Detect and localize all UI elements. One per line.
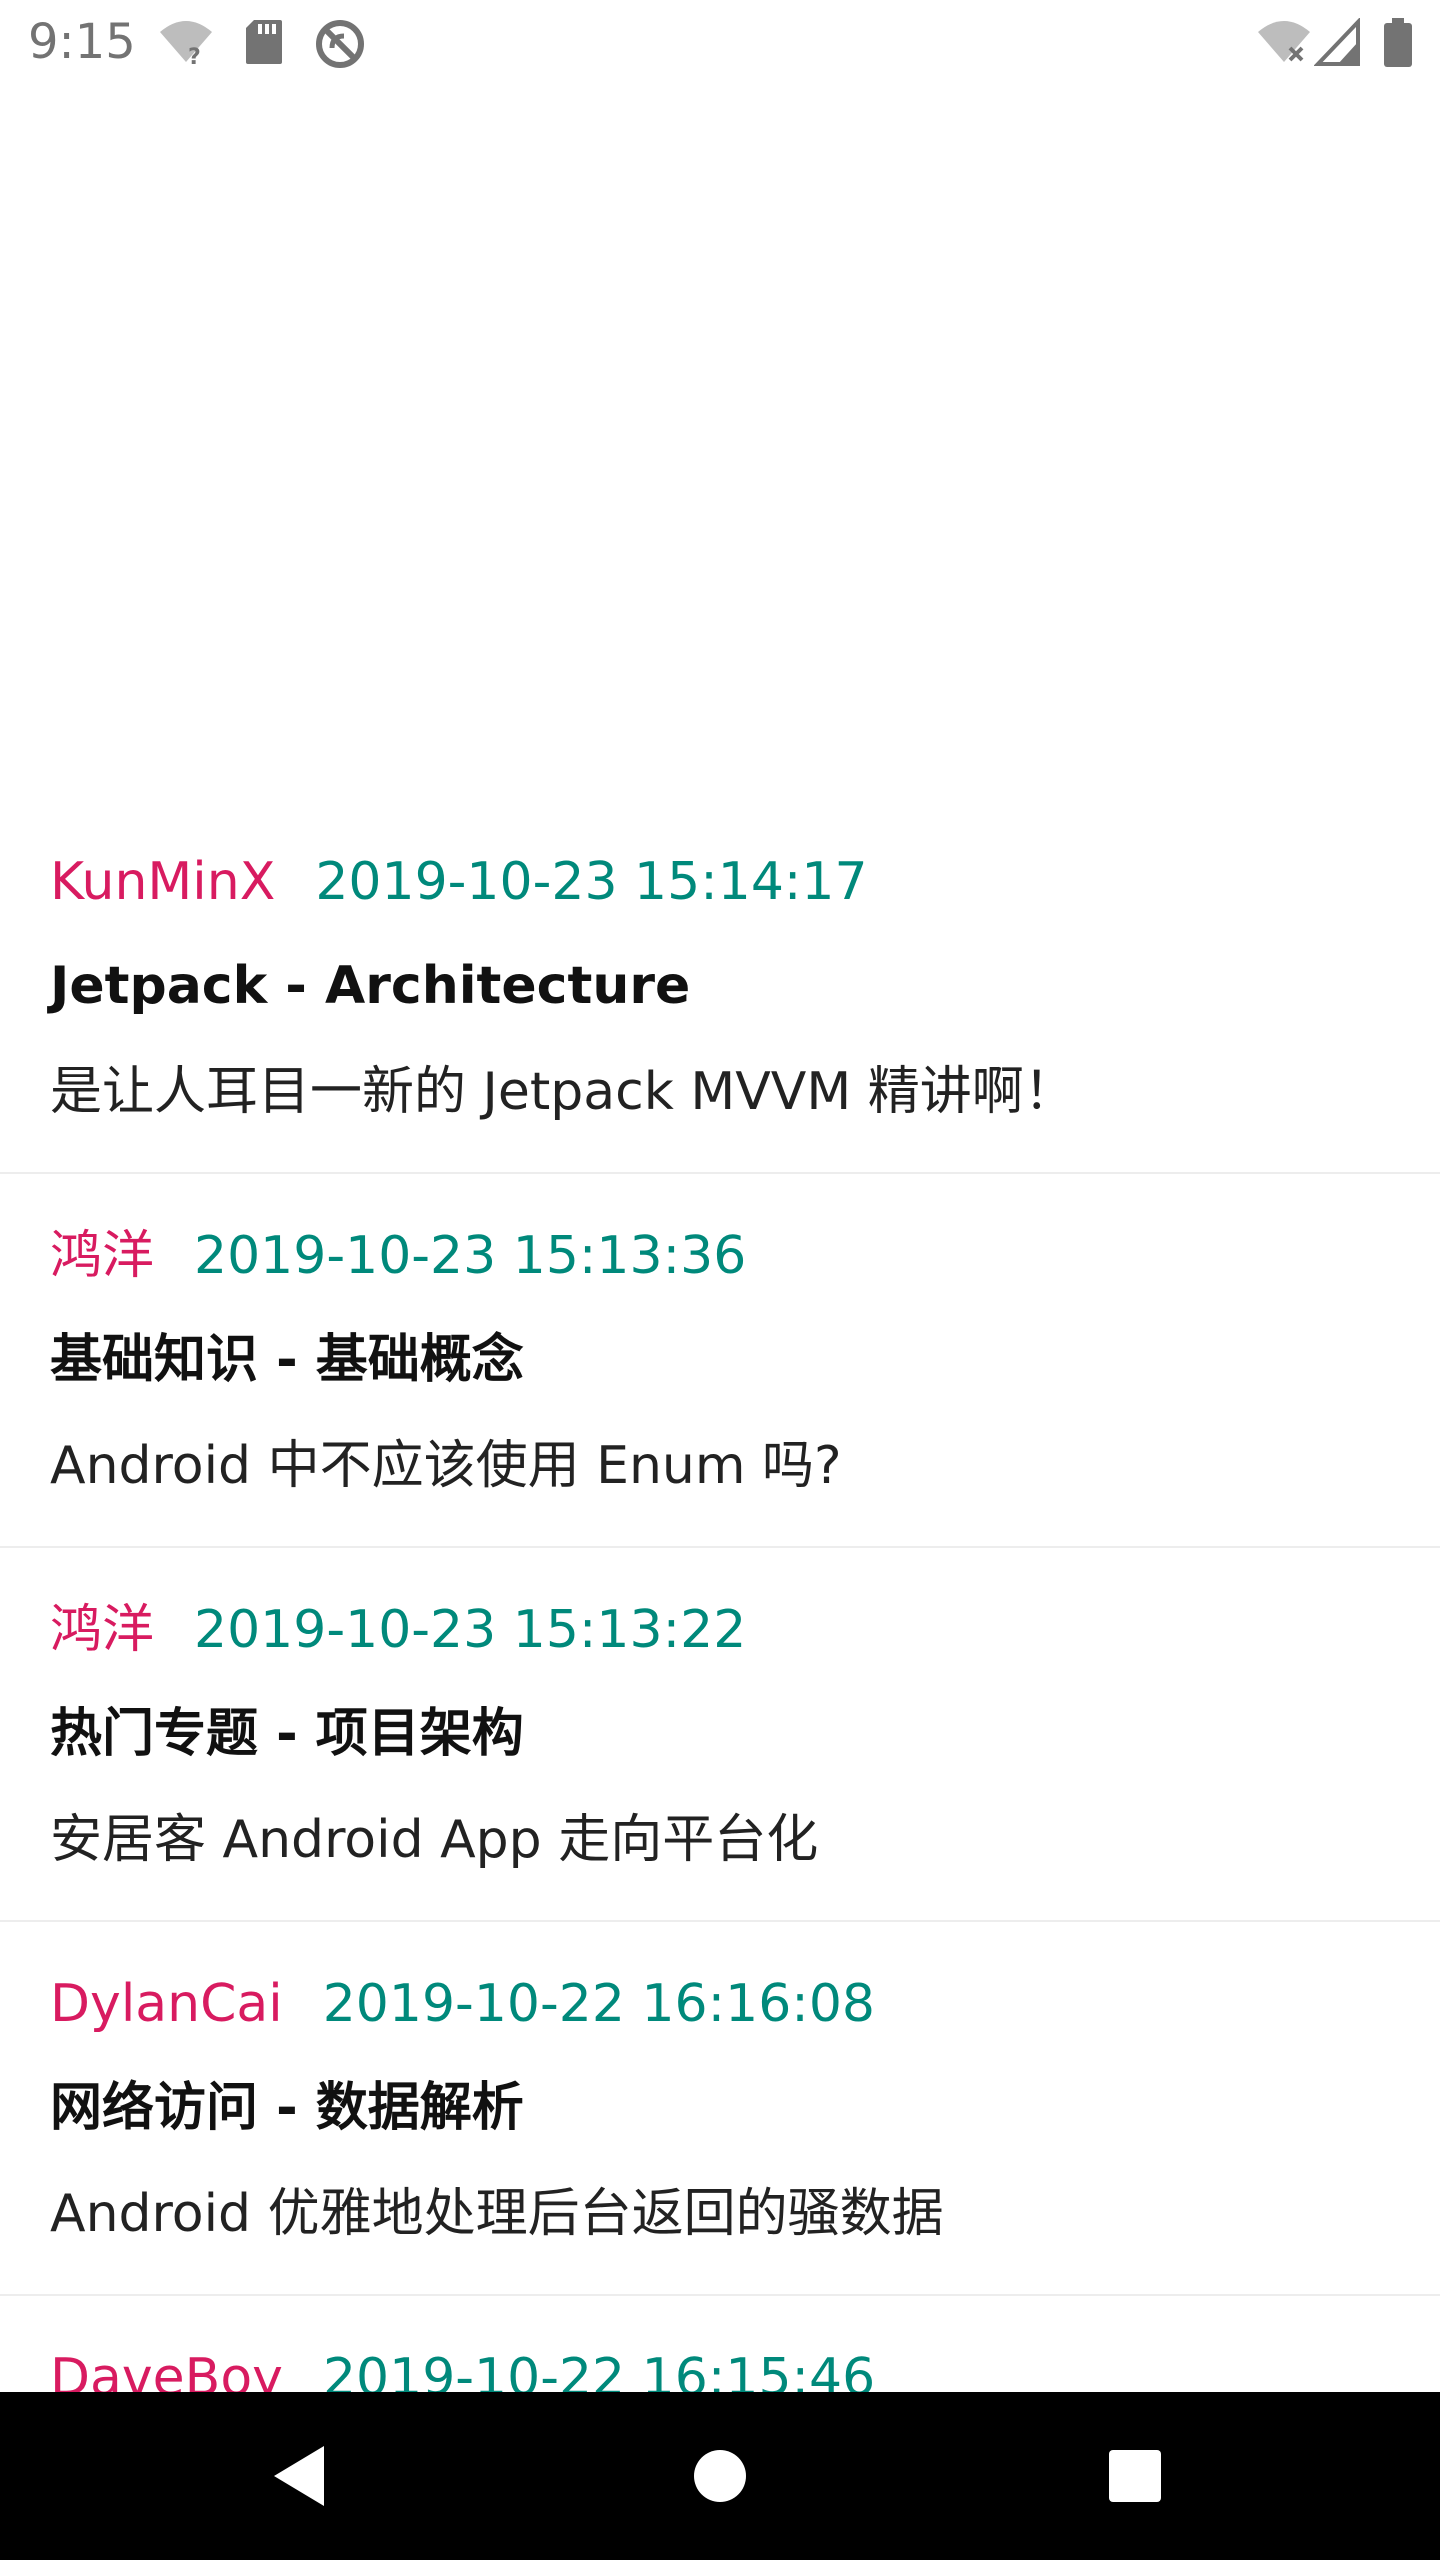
publish-time: 2019-10-23 15:13:22 — [194, 1600, 747, 1660]
home-icon[interactable] — [678, 2434, 762, 2518]
article-category: Jetpack - Architecture — [50, 956, 691, 1016]
status-time: 9:15 — [28, 14, 136, 70]
author-name: 鸿洋 — [50, 1600, 155, 1660]
article-category: 基础知识 - 基础概念 — [50, 1330, 524, 1390]
author-name: 鸿洋 — [50, 1226, 155, 1286]
svg-text:?: ? — [188, 45, 201, 66]
article-title: 是让人耳目一新的 Jetpack MVVM 精讲啊！ — [50, 1062, 1076, 1122]
article-title: 安居客 Android App 走向平台化 — [50, 1810, 819, 1870]
item-meta: DylanCai 2019-10-22 16:16:08 — [50, 1974, 875, 2034]
no-sync-icon — [316, 20, 364, 68]
back-icon[interactable] — [260, 2434, 344, 2518]
recents-icon[interactable] — [1093, 2434, 1177, 2518]
publish-time: 2019-10-23 15:14:17 — [315, 852, 868, 912]
author-name: DaveBoy — [50, 2348, 283, 2392]
wifi-x-icon — [1258, 21, 1310, 62]
item-meta: 鸿洋 2019-10-23 15:13:36 — [50, 1226, 746, 1286]
article-title: Android 优雅地处理后台返回的骚数据 — [50, 2184, 944, 2244]
battery-icon — [1384, 18, 1412, 67]
banner-area — [0, 84, 1440, 800]
list-item[interactable]: DylanCai 2019-10-22 16:16:08 网络访问 - 数据解析 … — [0, 1922, 1440, 2296]
list-item[interactable]: 鸿洋 2019-10-23 15:13:36 基础知识 - 基础概念 Androi… — [0, 1174, 1440, 1548]
publish-time: 2019-10-22 16:16:08 — [322, 1974, 875, 2034]
status-bar: 9:15 ? — [0, 0, 1440, 84]
item-meta: 鸿洋 2019-10-23 15:13:22 — [50, 1600, 746, 1660]
article-list[interactable]: KunMinX 2019-10-23 15:14:17 Jetpack - Arc… — [0, 800, 1440, 2392]
publish-time: 2019-10-22 16:15:46 — [322, 2348, 876, 2392]
author-name: DylanCai — [50, 1974, 283, 2034]
list-item[interactable]: DaveBoy 2019-10-22 16:15:46 — [0, 2296, 1440, 2392]
article-category: 热门专题 - 项目架构 — [50, 1704, 524, 1764]
navigation-bar — [0, 2392, 1440, 2560]
publish-time: 2019-10-23 15:13:36 — [194, 1226, 747, 1286]
item-meta: KunMinX 2019-10-23 15:14:17 — [50, 852, 868, 912]
article-category: 网络访问 - 数据解析 — [50, 2078, 524, 2138]
author-name: KunMinX — [50, 852, 276, 912]
signal-icon — [1314, 18, 1360, 66]
wifi-question-icon: ? — [160, 21, 212, 66]
list-item[interactable]: KunMinX 2019-10-23 15:14:17 Jetpack - Arc… — [0, 800, 1440, 1174]
article-title: Android 中不应该使用 Enum 吗? — [50, 1436, 842, 1496]
list-item[interactable]: 鸿洋 2019-10-23 15:13:22 热门专题 - 项目架构 安居客 An… — [0, 1548, 1440, 1922]
item-meta: DaveBoy 2019-10-22 16:15:46 — [50, 2348, 875, 2392]
sd-card-icon — [246, 20, 282, 64]
